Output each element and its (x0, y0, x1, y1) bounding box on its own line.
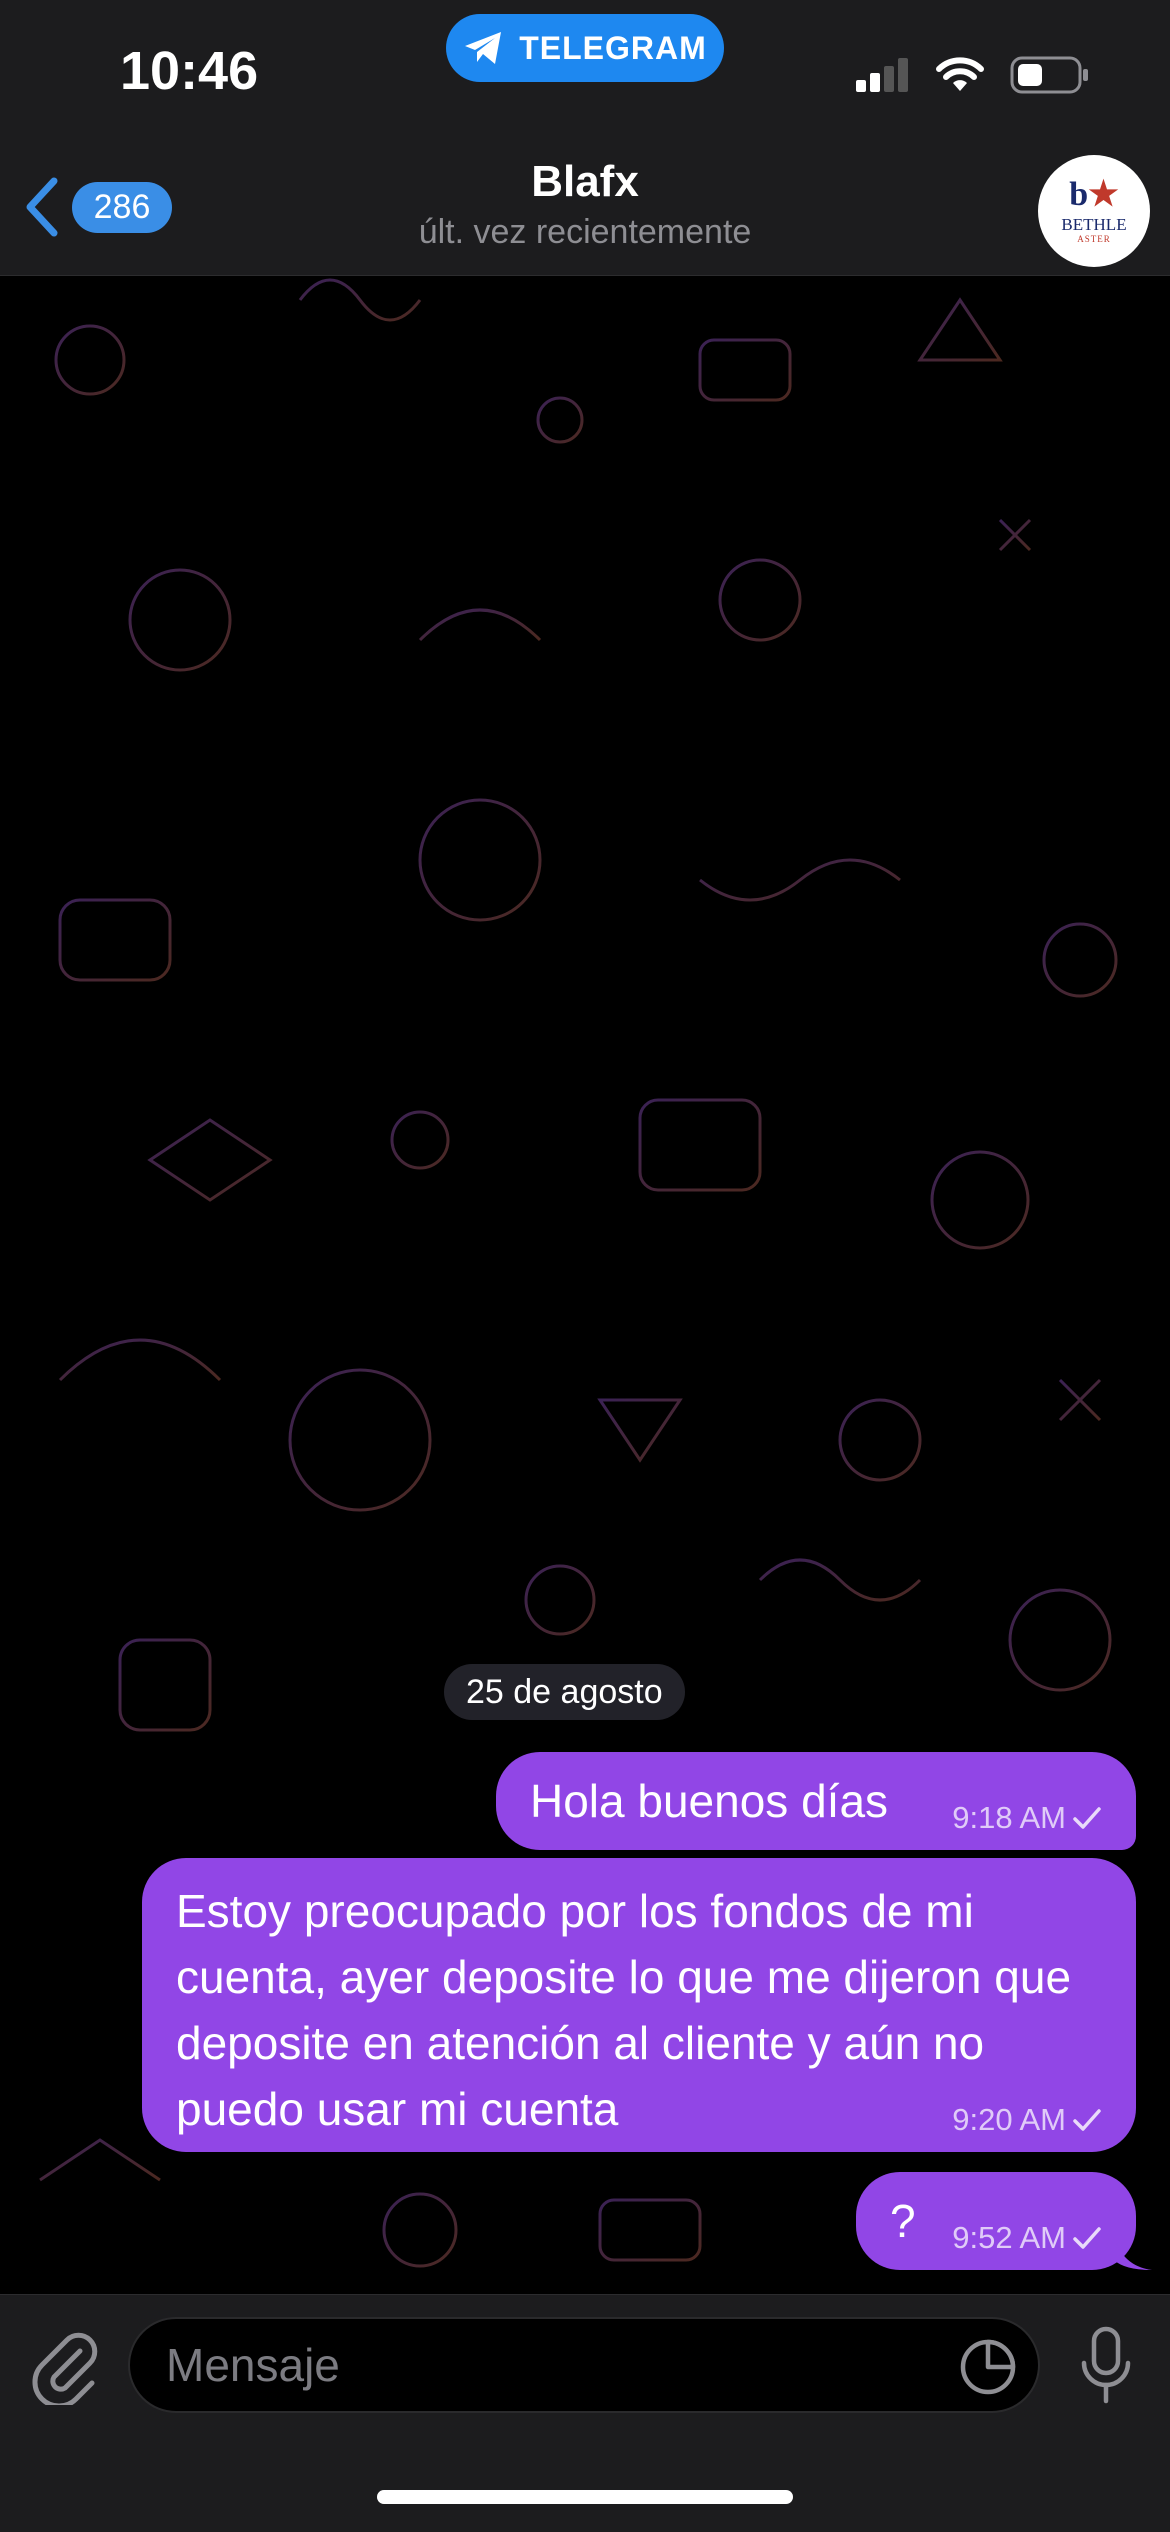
avatar-logo-icon: b★ (1069, 175, 1119, 213)
date-separator: 25 de agosto (444, 1664, 685, 1720)
chat-header: 286 Blafx últ. vez recientemente b★ BETH… (0, 135, 1170, 276)
outgoing-message[interactable]: Estoy preocupado por los fondos de mi cu… (142, 1858, 1136, 2152)
chat-title[interactable]: Blafx (0, 157, 1170, 207)
status-icons (856, 56, 1090, 94)
wifi-icon (936, 57, 984, 91)
message-meta: 9:18 AM (952, 1800, 1102, 1836)
status-bar: 10:46 TELEGRAM (0, 0, 1170, 135)
chat-last-seen: últ. vez recientemente (418, 213, 752, 251)
status-time: 10:46 (120, 41, 259, 101)
checkmark-icon (1073, 2227, 1101, 2249)
sticker-icon[interactable] (958, 2337, 1018, 2397)
battery-icon (1010, 56, 1088, 94)
paperclip-icon[interactable] (28, 2329, 104, 2405)
telegram-app-pill[interactable]: TELEGRAM (446, 14, 724, 82)
chat-wallpaper (0, 0, 1170, 2532)
signal-icon (856, 58, 908, 92)
outgoing-message[interactable]: Hola buenos días 9:18 AM (496, 1752, 1136, 1850)
message-time: 9:18 AM (952, 1800, 1066, 1835)
contact-avatar[interactable]: b★ BETHLE ASTER (1038, 155, 1150, 267)
telegram-pill-label: TELEGRAM (519, 29, 707, 66)
bubble-tail (1112, 2230, 1152, 2270)
message-time: 9:52 AM (952, 2220, 1066, 2255)
message-input[interactable] (128, 2317, 1040, 2413)
checkmark-icon (1073, 2109, 1101, 2131)
checkmark-icon (1073, 1807, 1101, 1829)
avatar-subtext: ASTER (1077, 234, 1111, 245)
outgoing-message[interactable]: ? 9:52 AM (856, 2172, 1152, 2270)
avatar-text: BETHLE (1061, 214, 1127, 234)
message-time: 9:20 AM (952, 2102, 1066, 2137)
telegram-chat-screen: 10:46 TELEGRAM 286 Blafx últ. vez recien… (0, 0, 1170, 2532)
telegram-plane-icon (465, 32, 502, 64)
message-meta: 9:20 AM (952, 2102, 1102, 2138)
message-meta: 9:52 AM (952, 2220, 1102, 2256)
microphone-icon[interactable] (1076, 2325, 1136, 2409)
home-indicator[interactable] (377, 2490, 793, 2504)
